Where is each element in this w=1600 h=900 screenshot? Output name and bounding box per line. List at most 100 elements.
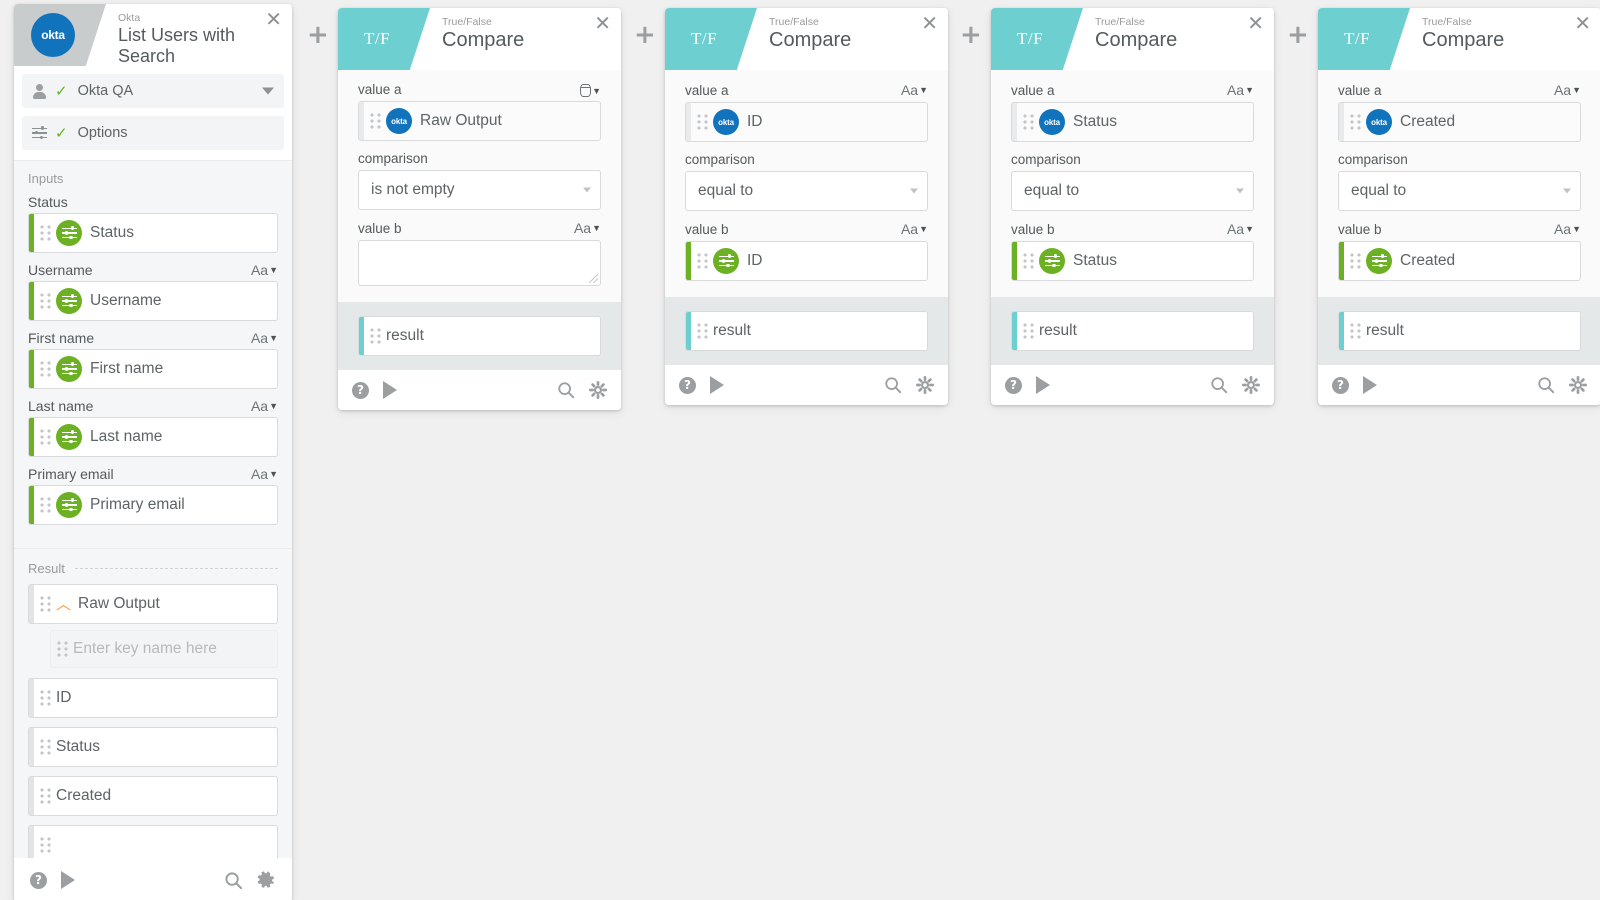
result-token[interactable]: [28, 825, 278, 858]
close-icon[interactable]: ✕: [921, 13, 938, 33]
gear-icon[interactable]: [257, 870, 276, 890]
value-a-token[interactable]: okta ID: [685, 102, 928, 142]
add-step-button-4[interactable]: +: [1287, 22, 1309, 48]
drag-handle-icon[interactable]: [691, 312, 713, 350]
type-toggle[interactable]: Aa ▼: [251, 262, 278, 278]
drag-handle-icon[interactable]: [34, 214, 56, 252]
connection-row-options[interactable]: ✓ Options: [22, 116, 284, 150]
value-a-token[interactable]: okta Created: [1338, 102, 1581, 142]
comparison-select[interactable]: equal to: [685, 171, 928, 211]
gear-icon[interactable]: [916, 376, 934, 394]
drag-handle-icon[interactable]: [34, 777, 56, 815]
drag-handle-icon[interactable]: [34, 418, 56, 456]
drag-handle-icon[interactable]: [691, 242, 713, 280]
result-token[interactable]: ID: [28, 678, 278, 718]
drag-handle-icon[interactable]: [1344, 103, 1366, 141]
result-token[interactable]: Status: [28, 727, 278, 767]
drag-handle-icon[interactable]: [1344, 242, 1366, 280]
drag-handle-icon[interactable]: [691, 103, 713, 141]
gear-icon[interactable]: [1242, 376, 1260, 394]
value-b-token[interactable]: Created: [1338, 241, 1581, 281]
value-b-type-toggle[interactable]: Aa ▼: [1554, 221, 1581, 237]
result-token[interactable]: result: [685, 311, 928, 351]
result-token[interactable]: result: [358, 316, 601, 356]
drag-handle-icon[interactable]: [364, 102, 386, 140]
comparison-select[interactable]: equal to: [1011, 171, 1254, 211]
comparison-select[interactable]: is not empty: [358, 170, 601, 210]
gear-icon[interactable]: [589, 381, 607, 399]
value-b-label: value b: [1011, 222, 1055, 237]
play-icon[interactable]: [61, 871, 75, 889]
value-b-type-toggle[interactable]: Aa ▼: [574, 220, 601, 236]
close-icon[interactable]: ✕: [1247, 13, 1264, 33]
inputs-caption: Inputs: [28, 171, 64, 186]
result-token[interactable]: result: [1338, 311, 1581, 351]
value-a-token[interactable]: okta Raw Output: [358, 101, 601, 141]
drag-handle-icon[interactable]: [1017, 242, 1039, 280]
card-title: Compare: [1422, 29, 1505, 51]
input-token[interactable]: Status: [28, 213, 278, 253]
value-b-type-toggle[interactable]: Aa ▼: [901, 221, 928, 237]
value-a-token[interactable]: okta Status: [1011, 102, 1254, 142]
comparison-select[interactable]: equal to: [1338, 171, 1581, 211]
help-icon[interactable]: ?: [1332, 376, 1349, 394]
close-icon[interactable]: ✕: [265, 9, 282, 29]
help-icon[interactable]: ?: [30, 871, 47, 889]
chevron-up-icon[interactable]: ︿: [56, 597, 71, 612]
drag-handle-icon[interactable]: [34, 486, 56, 524]
play-icon[interactable]: [1036, 376, 1050, 394]
drag-handle-icon[interactable]: [1017, 312, 1039, 350]
connection-row-okta-qa[interactable]: ✓ Okta QA: [22, 74, 284, 108]
chevron-down-icon[interactable]: [262, 87, 274, 95]
help-icon[interactable]: ?: [679, 376, 696, 394]
add-step-button-2[interactable]: +: [634, 22, 656, 48]
close-icon[interactable]: ✕: [1574, 13, 1591, 33]
drag-handle-icon[interactable]: [34, 679, 56, 717]
value-b-token[interactable]: Status: [1011, 241, 1254, 281]
drag-handle-icon[interactable]: [51, 631, 73, 667]
search-icon[interactable]: [884, 376, 902, 394]
search-icon[interactable]: [1210, 376, 1228, 394]
value-b-type-toggle[interactable]: Aa ▼: [1227, 221, 1254, 237]
add-step-button-3[interactable]: +: [960, 22, 982, 48]
search-icon[interactable]: [557, 381, 575, 399]
search-icon[interactable]: [224, 871, 243, 890]
card-type-tab: T/F: [991, 8, 1083, 70]
type-toggle[interactable]: Aa ▼: [251, 398, 278, 414]
result-token[interactable]: ︿ Raw Output: [28, 584, 278, 624]
input-token[interactable]: Username: [28, 281, 278, 321]
add-step-button-1[interactable]: +: [307, 22, 329, 48]
value-b-textarea[interactable]: [358, 240, 601, 286]
drag-handle-icon[interactable]: [1017, 103, 1039, 141]
drag-handle-icon[interactable]: [34, 728, 56, 766]
result-section: Result ︿ Raw Output Enter key name here: [14, 548, 292, 858]
drag-handle-icon[interactable]: [34, 826, 56, 858]
search-icon[interactable]: [1537, 376, 1555, 394]
play-icon[interactable]: [1363, 376, 1377, 394]
drag-handle-icon[interactable]: [34, 585, 56, 623]
drag-handle-icon[interactable]: [1344, 312, 1366, 350]
input-token[interactable]: First name: [28, 349, 278, 389]
type-toggle[interactable]: Aa ▼: [251, 330, 278, 346]
drag-handle-icon[interactable]: [364, 317, 386, 355]
value-a-type-toggle[interactable]: ▼: [580, 84, 601, 97]
drag-handle-icon[interactable]: [34, 282, 56, 320]
help-icon[interactable]: ?: [1005, 376, 1022, 394]
value-a-type-toggle[interactable]: Aa ▼: [1227, 82, 1254, 98]
result-token[interactable]: result: [1011, 311, 1254, 351]
drag-handle-icon[interactable]: [34, 350, 56, 388]
type-toggle[interactable]: Aa ▼: [251, 466, 278, 482]
input-token[interactable]: Primary email: [28, 485, 278, 525]
result-key-input[interactable]: Enter key name here: [50, 630, 278, 668]
card-header: T/F True/False Compare ✕: [665, 8, 948, 70]
gear-icon[interactable]: [1569, 376, 1587, 394]
input-token[interactable]: Last name: [28, 417, 278, 457]
result-token[interactable]: Created: [28, 776, 278, 816]
value-b-token[interactable]: ID: [685, 241, 928, 281]
play-icon[interactable]: [383, 381, 397, 399]
value-a-type-toggle[interactable]: Aa ▼: [1554, 82, 1581, 98]
help-icon[interactable]: ?: [352, 381, 369, 399]
value-a-type-toggle[interactable]: Aa ▼: [901, 82, 928, 98]
play-icon[interactable]: [710, 376, 724, 394]
close-icon[interactable]: ✕: [594, 13, 611, 33]
